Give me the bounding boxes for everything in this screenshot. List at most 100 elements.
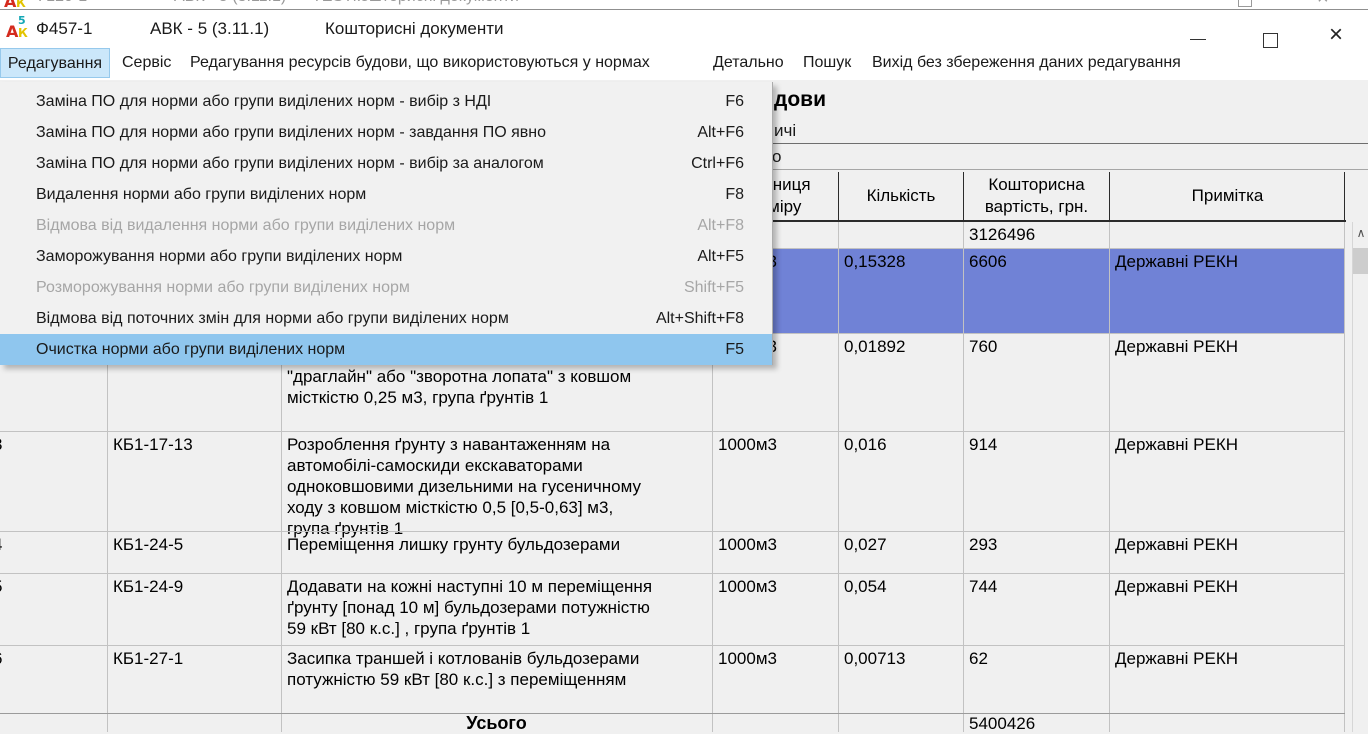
menu-item-label: Заміна ПО для норми або групи виділених … [36, 117, 546, 148]
menu-item-label: Заміна ПО для норми або групи виділених … [36, 148, 544, 179]
table-cell-unit: 1000м3 [718, 434, 777, 455]
table-cell-qty: 0,15328 [844, 251, 905, 272]
total-row-label: Усього [281, 713, 712, 734]
grid-hline [0, 531, 1345, 532]
window-app-title: АВК - 5 (3.11.1) [150, 19, 269, 39]
menu-detail[interactable]: Детально [713, 48, 784, 78]
column-header-note: Примітка [1110, 172, 1345, 220]
menu-item-label: Відмова від поточних змін для норми або … [36, 303, 509, 334]
grid-hline [0, 431, 1345, 432]
menu-item-label: Заморожування норми або групи виділених … [36, 241, 402, 272]
menu-item-delete-norm[interactable]: Видалення норми або групи виділених норм… [0, 179, 772, 210]
logo-letter-k: К [18, 26, 28, 40]
table-cell-desc: "драглайн" або "зворотна лопата" з ковшо… [287, 366, 715, 408]
table-cell-note: Державні РЕКН [1115, 251, 1238, 272]
column-header-cost: Кошторисна вартість, грн. [964, 174, 1109, 218]
grid-vline [1109, 222, 1110, 732]
menu-item-shortcut: F6 [725, 86, 744, 117]
header-divider [963, 172, 964, 220]
grid-vline [963, 222, 964, 732]
table-cell-cost: 293 [969, 534, 997, 555]
table-cell-unit: 1000м3 [718, 576, 777, 597]
table-cell-code: КБ1-17-13 [113, 434, 193, 455]
header-divider [1109, 172, 1110, 220]
grid-hline [0, 645, 1345, 646]
grid-vline [1344, 222, 1345, 732]
logo-letter-a: А [6, 22, 18, 41]
background-window-titlebar: А 5 К Ф120-1 АВК - 5 (3.11.1) TESTкоштор… [0, 0, 1368, 10]
vertical-scrollbar[interactable]: ∧ [1352, 222, 1368, 732]
grid-hline [0, 573, 1345, 574]
menu-item-shortcut: Alt+F5 [697, 241, 744, 272]
maximize-button[interactable] [1263, 33, 1278, 48]
menu-item-shortcut: Ctrl+F6 [691, 148, 744, 179]
table-cell-code: КБ1-27-1 [113, 648, 183, 669]
table-cell-note: Державні РЕКН [1115, 534, 1238, 555]
table-cell-note: Державні РЕКН [1115, 576, 1238, 597]
header-divider [838, 172, 839, 220]
page-subtitle-fragment: ичі [774, 121, 796, 141]
table-cell-code: КБ1-24-5 [113, 534, 183, 555]
editing-dropdown-menu: Заміна ПО для норми або групи виділених … [0, 82, 773, 365]
table-cell-qty: 0,054 [844, 576, 887, 597]
menu-editing[interactable]: Редагування [0, 48, 110, 78]
background-close-button[interactable]: × [1317, 0, 1329, 10]
table-cell-cost: 744 [969, 576, 997, 597]
menu-item-shortcut: Alt+Shift+F8 [656, 303, 744, 334]
background-window-form-id: Ф120-1 [34, 0, 87, 6]
background-maximize-button[interactable] [1238, 0, 1252, 7]
page-title-fragment: дови [774, 88, 826, 112]
table-cell-num: 4 [0, 534, 2, 555]
table-cell-qty: 0,016 [844, 434, 887, 455]
titlebar: А 5 К Ф457-1 АВК - 5 (3.11.1) Кошторисні… [0, 10, 1368, 48]
table-cell-cost: 62 [969, 648, 988, 669]
menu-item-undo-current-changes[interactable]: Відмова від поточних змін для норми або … [0, 303, 772, 334]
menu-item-label: Очистка норми або групи виділених норм [36, 334, 345, 365]
menu-item-undo-delete: Відмова від видалення норми або групи ви… [0, 210, 772, 241]
table-cell-cost: 6606 [969, 251, 1007, 272]
logo-letter-a: А [4, 0, 16, 10]
header-divider [1344, 172, 1345, 220]
table-cell-note: Державні РЕКН [1115, 648, 1238, 669]
background-window-doc-title: TESTкошторисні документи [312, 0, 519, 6]
scroll-up-icon[interactable]: ∧ [1353, 224, 1368, 242]
table-cell-note: Державні РЕКН [1115, 434, 1238, 455]
close-button[interactable]: × [1329, 23, 1343, 47]
avk-app-icon: А 5 К [6, 16, 32, 42]
table-cell-desc: Засипка траншей і котлованів бульдозерам… [287, 648, 715, 690]
table-cell-qty: 0,01892 [844, 336, 905, 357]
menu-service[interactable]: Сервіс [122, 48, 171, 78]
menu-item-label: Розморожування норми або групи виділених… [36, 272, 410, 303]
grid-hline [0, 713, 1345, 714]
menu-item-clear-norm[interactable]: Очистка норми або групи виділених норм F… [0, 334, 772, 365]
table-cell-desc: Переміщення лишку грунту бульдозерами [287, 534, 715, 555]
page-text-fragment: о [772, 147, 781, 167]
total-row-cost: 5400426 [969, 713, 1035, 734]
menu-exit[interactable]: Вихід без збереження даних редагування [872, 48, 1181, 78]
menu-resources[interactable]: Редагування ресурсів будови, що використ… [190, 48, 650, 78]
column-header-quantity: Кількість [839, 172, 963, 220]
table-cell-desc: Розроблення ґрунту з навантаженням на ав… [287, 434, 715, 539]
table-cell-num: 6 [0, 648, 2, 669]
menubar: Редагування Сервіс Редагування ресурсів … [0, 48, 1368, 80]
menu-item-replace-po-explicit[interactable]: Заміна ПО для норми або групи виділених … [0, 117, 772, 148]
menu-item-shortcut: Alt+F8 [697, 210, 744, 241]
menu-item-replace-po-analog[interactable]: Заміна ПО для норми або групи виділених … [0, 148, 772, 179]
table-cell-num: 3 [0, 434, 2, 455]
table-cell-note: Державні РЕКН [1115, 336, 1238, 357]
menu-item-shortcut: F5 [725, 334, 744, 365]
menu-item-label: Видалення норми або групи виділених норм [36, 179, 366, 210]
table-cell-cost: 3126496 [969, 224, 1035, 245]
table-cell-code: КБ1-24-9 [113, 576, 183, 597]
table-cell-unit: 1000м3 [718, 534, 777, 555]
avk-app-icon: А 5 К [4, 0, 26, 8]
table-cell-qty: 0,00713 [844, 648, 905, 669]
menu-search[interactable]: Пошук [803, 48, 851, 78]
menu-item-shortcut: F8 [725, 179, 744, 210]
menu-item-shortcut: Alt+F6 [697, 117, 744, 148]
menu-item-label: Заміна ПО для норми або групи виділених … [36, 86, 491, 117]
menu-item-freeze-norm[interactable]: Заморожування норми або групи виділених … [0, 241, 772, 272]
minimize-button[interactable] [1190, 39, 1206, 40]
scrollbar-thumb[interactable] [1353, 248, 1368, 274]
menu-item-replace-po-ndi[interactable]: Заміна ПО для норми або групи виділених … [0, 86, 772, 117]
